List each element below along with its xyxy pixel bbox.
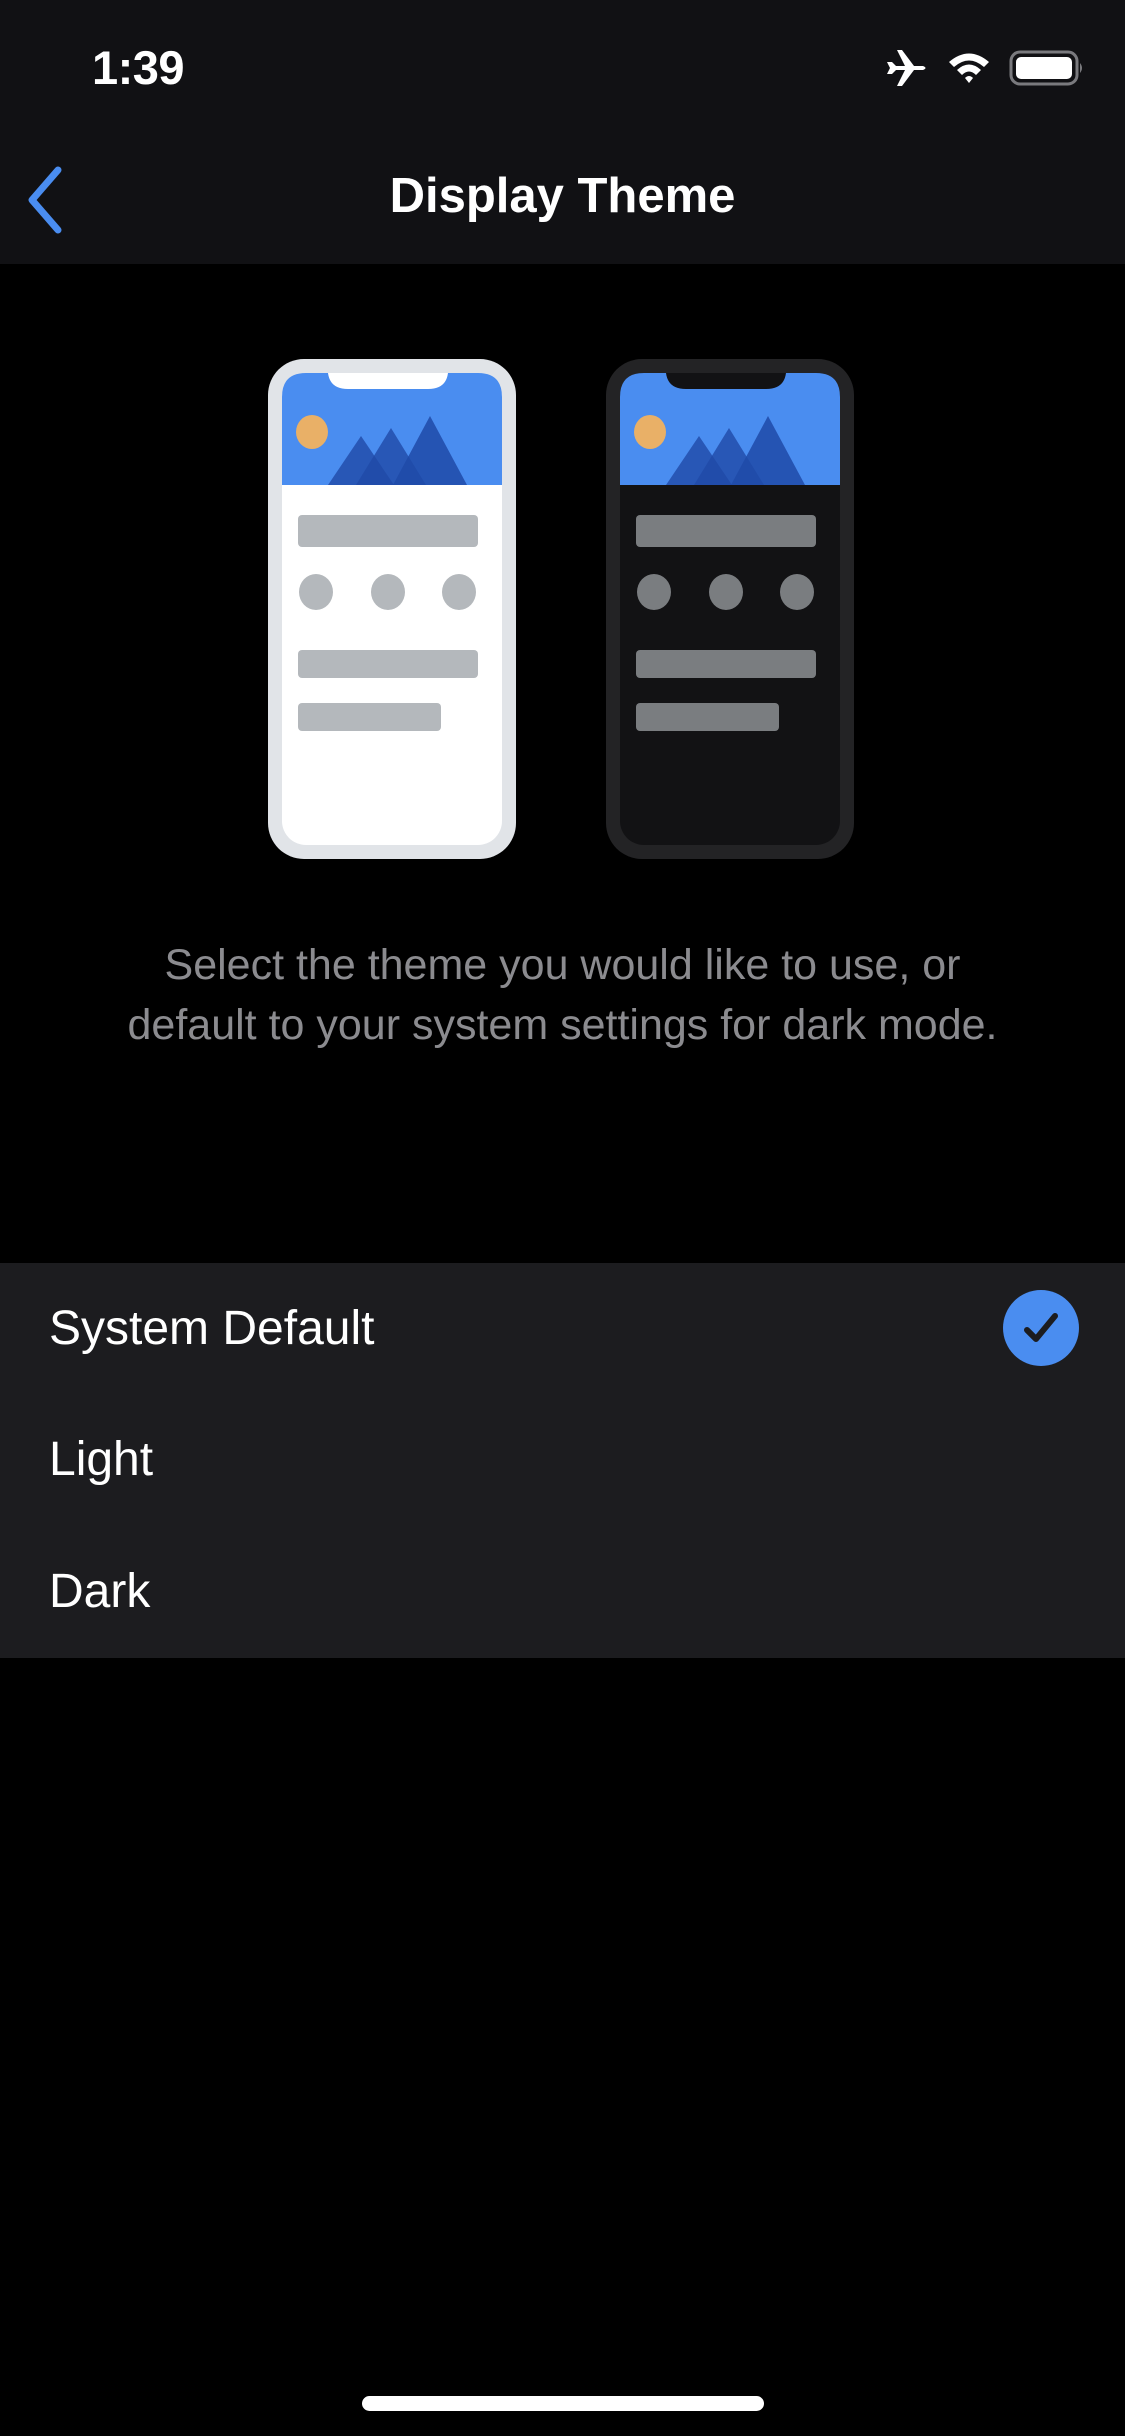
light-theme-phone xyxy=(268,359,516,859)
status-icons xyxy=(883,48,1085,93)
status-time: 1:39 xyxy=(92,41,185,94)
option-label: Dark xyxy=(49,1564,151,1618)
wifi-icon xyxy=(947,51,991,90)
dark-theme-phone xyxy=(606,359,854,859)
option-light[interactable]: Light xyxy=(0,1393,1125,1525)
option-system-default[interactable]: System Default xyxy=(0,1263,1125,1393)
theme-options-list: System Default Light Dark xyxy=(0,1263,1125,1658)
theme-illustration xyxy=(0,264,1125,884)
option-dark[interactable]: Dark xyxy=(0,1525,1125,1657)
navigation-bar: Display Theme xyxy=(0,132,1125,264)
page-title: Display Theme xyxy=(389,169,736,223)
option-label: System Default xyxy=(49,1301,375,1355)
status-bar: 1:39 xyxy=(0,0,1125,132)
home-indicator[interactable] xyxy=(362,2396,764,2411)
theme-description: Select the theme you would like to use, … xyxy=(127,941,998,1049)
checkmark-icon xyxy=(1003,1290,1079,1366)
airplane-mode-icon xyxy=(883,48,929,93)
battery-icon xyxy=(1009,50,1085,91)
chevron-left-icon xyxy=(18,166,88,242)
option-label: Light xyxy=(49,1432,154,1486)
